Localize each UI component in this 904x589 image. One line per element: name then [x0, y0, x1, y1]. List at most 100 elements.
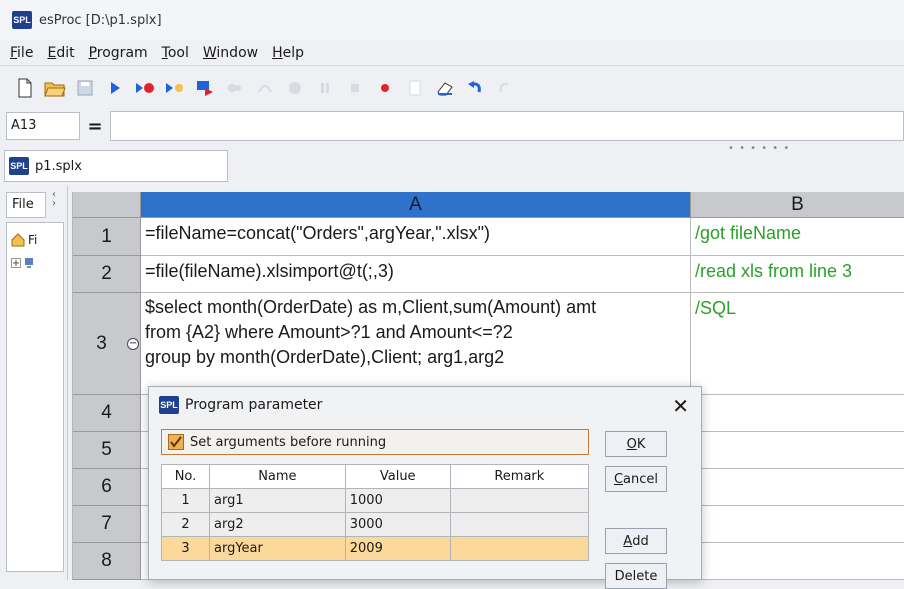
- stop-icon[interactable]: [280, 74, 310, 102]
- tree-node[interactable]: [11, 257, 34, 269]
- left-panel: File ‹ › Fi: [0, 186, 68, 580]
- menu-program[interactable]: Program: [87, 43, 150, 63]
- new-file-icon[interactable]: [10, 74, 40, 102]
- breakpoint-icon[interactable]: [370, 74, 400, 102]
- param-remark[interactable]: [449, 512, 590, 537]
- param-name[interactable]: argYear: [209, 536, 346, 561]
- header-remark[interactable]: Remark: [449, 464, 590, 489]
- cell-b6[interactable]: [691, 469, 904, 506]
- row-header-2[interactable]: 2: [73, 256, 141, 293]
- param-value[interactable]: 2009: [344, 536, 451, 561]
- redo-icon[interactable]: [490, 74, 520, 102]
- debug-icon[interactable]: [190, 74, 220, 102]
- close-icon[interactable]: ✕: [672, 394, 689, 418]
- window-title: esProc [D:\p1.splx]: [39, 12, 162, 28]
- formula-input[interactable]: [110, 111, 904, 141]
- cell-b2[interactable]: /read xls from line 3: [691, 256, 904, 293]
- program-parameter-dialog: SPL Program parameter ✕ Set arguments be…: [148, 386, 702, 589]
- dialog-logo-icon: SPL: [159, 396, 179, 414]
- dialog-title: Program parameter: [185, 397, 323, 413]
- menu-tool[interactable]: Tool: [160, 43, 191, 63]
- cell-reference-field[interactable]: A13: [6, 112, 80, 140]
- table-row[interactable]: 1 arg1 1000: [161, 488, 590, 513]
- menu-bar: File Edit Program Tool Window Help: [0, 40, 904, 66]
- splitter-handle[interactable]: • • • • • •: [728, 143, 790, 154]
- file-tree: Fi: [6, 222, 64, 572]
- param-name[interactable]: arg2: [209, 512, 346, 537]
- undo-icon[interactable]: [460, 74, 490, 102]
- dialog-header: SPL Program parameter ✕: [149, 387, 701, 423]
- row-header-5[interactable]: 5: [73, 432, 141, 469]
- formula-equals-icon[interactable]: =: [80, 116, 110, 137]
- cell-a1[interactable]: =fileName=concat("Orders",argYear,".xlsx…: [141, 218, 691, 256]
- title-bar: SPL esProc [D:\p1.splx]: [0, 0, 904, 40]
- expand-icon[interactable]: [11, 258, 21, 268]
- delete-button[interactable]: Delete: [605, 563, 667, 589]
- cell-b4[interactable]: [691, 395, 904, 432]
- cell-a2[interactable]: =file(fileName).xlsimport@t(;,3): [141, 256, 691, 293]
- add-button[interactable]: Add: [605, 528, 667, 554]
- cell-b1[interactable]: /got fileName: [691, 218, 904, 256]
- clear-icon[interactable]: [430, 74, 460, 102]
- checkbox-icon[interactable]: [168, 434, 184, 450]
- collapse-icon[interactable]: −: [127, 338, 139, 350]
- run-icon[interactable]: [100, 74, 130, 102]
- param-value[interactable]: 3000: [344, 512, 451, 537]
- home-icon: [11, 233, 25, 247]
- row-header-4[interactable]: 4: [73, 395, 141, 432]
- cell-a3[interactable]: $select month(OrderDate) as m,Client,sum…: [141, 293, 691, 395]
- param-no: 3: [161, 536, 210, 561]
- column-header-a[interactable]: A: [141, 192, 691, 218]
- row-header-1[interactable]: 1: [73, 218, 141, 256]
- set-arguments-label: Set arguments before running: [190, 434, 387, 450]
- param-remark[interactable]: [449, 536, 590, 561]
- param-remark[interactable]: [449, 488, 590, 513]
- file-tab-label: p1.splx: [35, 158, 82, 174]
- step-icon[interactable]: [160, 74, 190, 102]
- cancel-button[interactable]: Cancel: [605, 466, 667, 492]
- cell-b7[interactable]: [691, 506, 904, 543]
- tree-root[interactable]: Fi: [11, 233, 37, 247]
- row-header-6[interactable]: 6: [73, 469, 141, 506]
- cell-b5[interactable]: [691, 432, 904, 469]
- menu-window[interactable]: Window: [201, 43, 260, 63]
- save-icon[interactable]: [70, 74, 100, 102]
- row-header-7[interactable]: 7: [73, 506, 141, 543]
- cell-b8[interactable]: [691, 543, 904, 580]
- table-header-row: No. Name Value Remark: [161, 464, 590, 489]
- ok-button[interactable]: OK: [605, 431, 667, 457]
- parameter-table: No. Name Value Remark 1 arg1 1000 2 arg2…: [161, 464, 590, 561]
- open-folder-icon[interactable]: [40, 74, 70, 102]
- menu-help[interactable]: Help: [270, 43, 306, 63]
- tree-root-label: Fi: [28, 233, 38, 247]
- param-name[interactable]: arg1: [209, 488, 346, 513]
- table-row[interactable]: 2 arg2 3000: [161, 512, 590, 537]
- pause-icon[interactable]: [310, 74, 340, 102]
- row-header-8[interactable]: 8: [73, 543, 141, 580]
- calc-icon[interactable]: [400, 74, 430, 102]
- param-value[interactable]: 1000: [344, 488, 451, 513]
- formula-bar: A13 =: [0, 108, 904, 144]
- toolbar: [0, 68, 904, 108]
- menu-file[interactable]: File: [8, 43, 35, 63]
- tab-file[interactable]: File: [6, 192, 46, 218]
- column-header-b[interactable]: B: [691, 192, 904, 218]
- stop-square-icon[interactable]: [340, 74, 370, 102]
- header-value[interactable]: Value: [344, 464, 451, 489]
- app-logo-icon: SPL: [12, 11, 32, 29]
- grid-corner[interactable]: [73, 192, 141, 218]
- header-no[interactable]: No.: [161, 464, 210, 489]
- file-tab[interactable]: SPL p1.splx: [4, 150, 228, 182]
- set-arguments-checkbox-row[interactable]: Set arguments before running: [161, 429, 589, 455]
- param-no: 1: [161, 488, 210, 513]
- table-row-selected[interactable]: 3 argYear 2009: [161, 536, 590, 561]
- step-into-icon[interactable]: [220, 74, 250, 102]
- tab-scroll-arrows-icon[interactable]: ‹ ›: [52, 190, 56, 209]
- header-name[interactable]: Name: [209, 464, 346, 489]
- param-no: 2: [161, 512, 210, 537]
- menu-edit[interactable]: Edit: [45, 43, 76, 63]
- spl-file-icon: SPL: [9, 157, 29, 175]
- run-to-cursor-icon[interactable]: [130, 74, 160, 102]
- step-over-icon[interactable]: [250, 74, 280, 102]
- cell-b3[interactable]: /SQL: [691, 293, 904, 395]
